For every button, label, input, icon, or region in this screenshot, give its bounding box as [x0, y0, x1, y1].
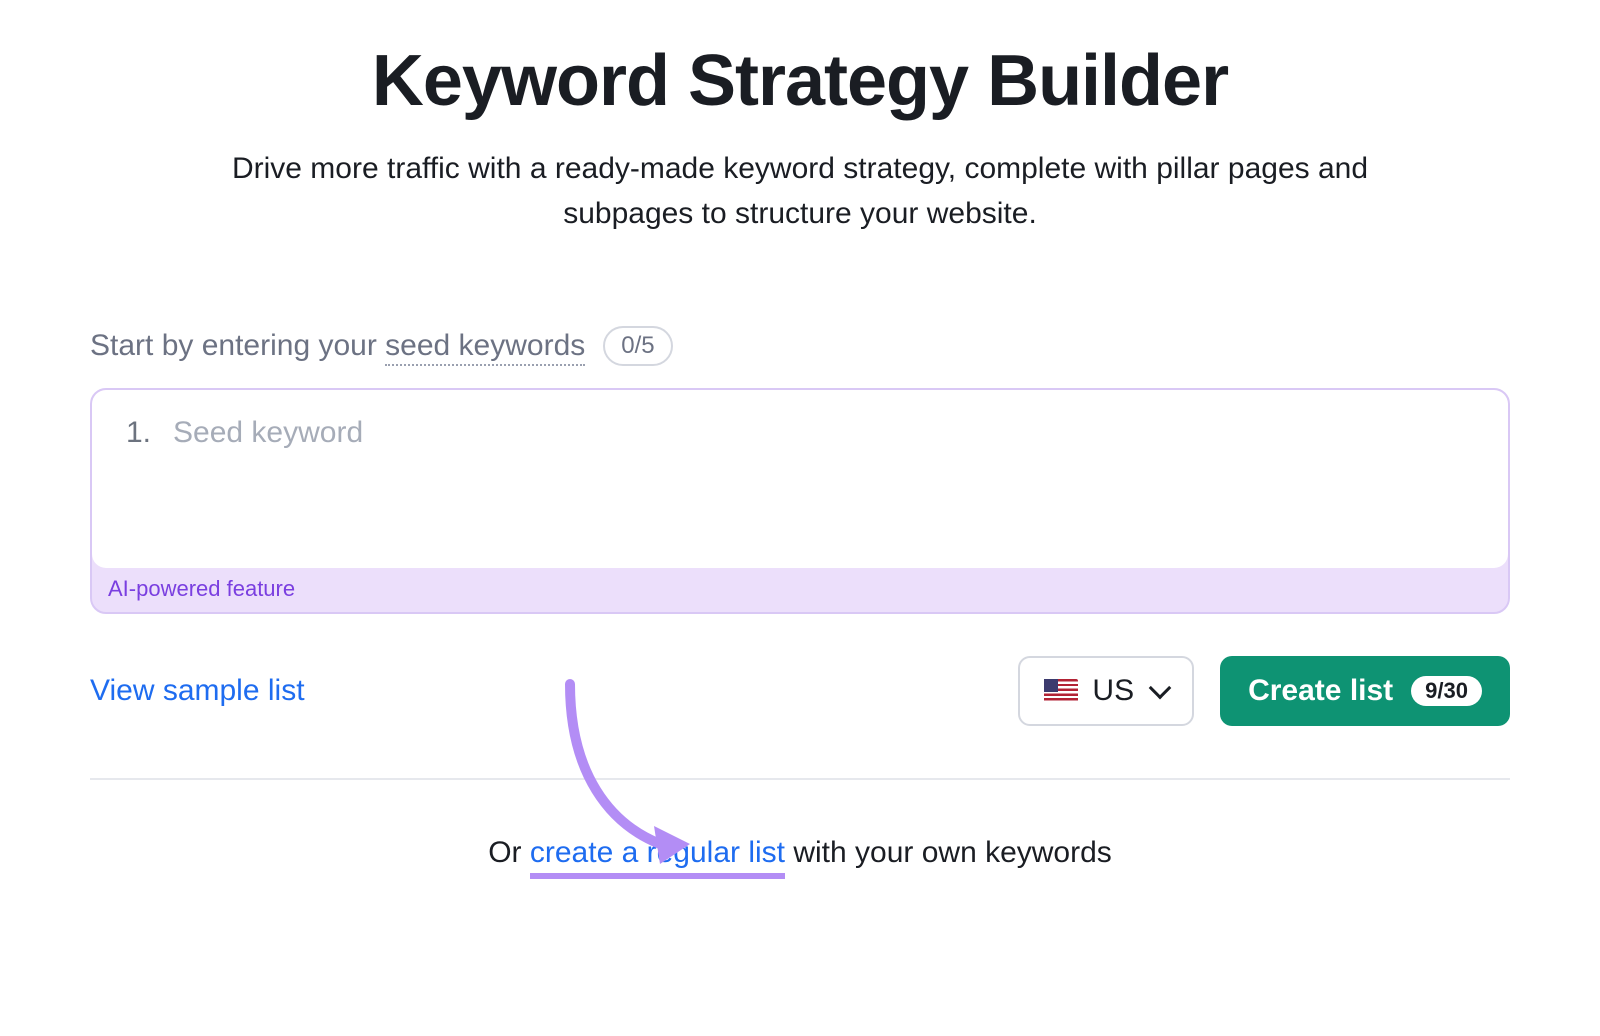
us-flag-icon	[1044, 679, 1078, 703]
controls-row: View sample list US Create list 9/30	[90, 656, 1510, 726]
seed-count-badge: 0/5	[603, 326, 672, 366]
page-subtitle: Drive more traffic with a ready-made key…	[90, 146, 1510, 236]
ai-powered-label: AI-powered feature	[92, 568, 1508, 612]
seed-keyword-input[interactable]	[173, 416, 1251, 450]
alt-option-row: Or create a regular list with your own k…	[90, 836, 1510, 870]
country-selector[interactable]: US	[1018, 656, 1194, 726]
seed-label-row: Start by entering your seed keywords 0/5	[90, 326, 1510, 366]
chevron-down-icon	[1149, 677, 1172, 700]
seed-line-number: 1.	[126, 416, 151, 450]
seed-input-area[interactable]: 1.	[92, 390, 1508, 568]
seed-label-underlined: seed keywords	[385, 329, 585, 366]
seed-input-line: 1.	[126, 416, 1474, 450]
alt-suffix: with your own keywords	[785, 836, 1112, 869]
page-title: Keyword Strategy Builder	[90, 40, 1510, 122]
seed-label-prefix: Start by entering your	[90, 329, 385, 362]
create-list-count: 9/30	[1411, 676, 1482, 706]
create-list-label: Create list	[1248, 674, 1393, 708]
divider	[90, 778, 1510, 780]
seed-label: Start by entering your seed keywords	[90, 329, 585, 363]
alt-prefix: Or	[488, 836, 530, 869]
create-list-button[interactable]: Create list 9/30	[1220, 656, 1510, 726]
create-regular-list-link[interactable]: create a regular list	[530, 836, 785, 879]
seed-input-wrapper: 1. AI-powered feature	[90, 388, 1510, 614]
country-label: US	[1092, 674, 1134, 708]
view-sample-list-link[interactable]: View sample list	[90, 674, 305, 708]
